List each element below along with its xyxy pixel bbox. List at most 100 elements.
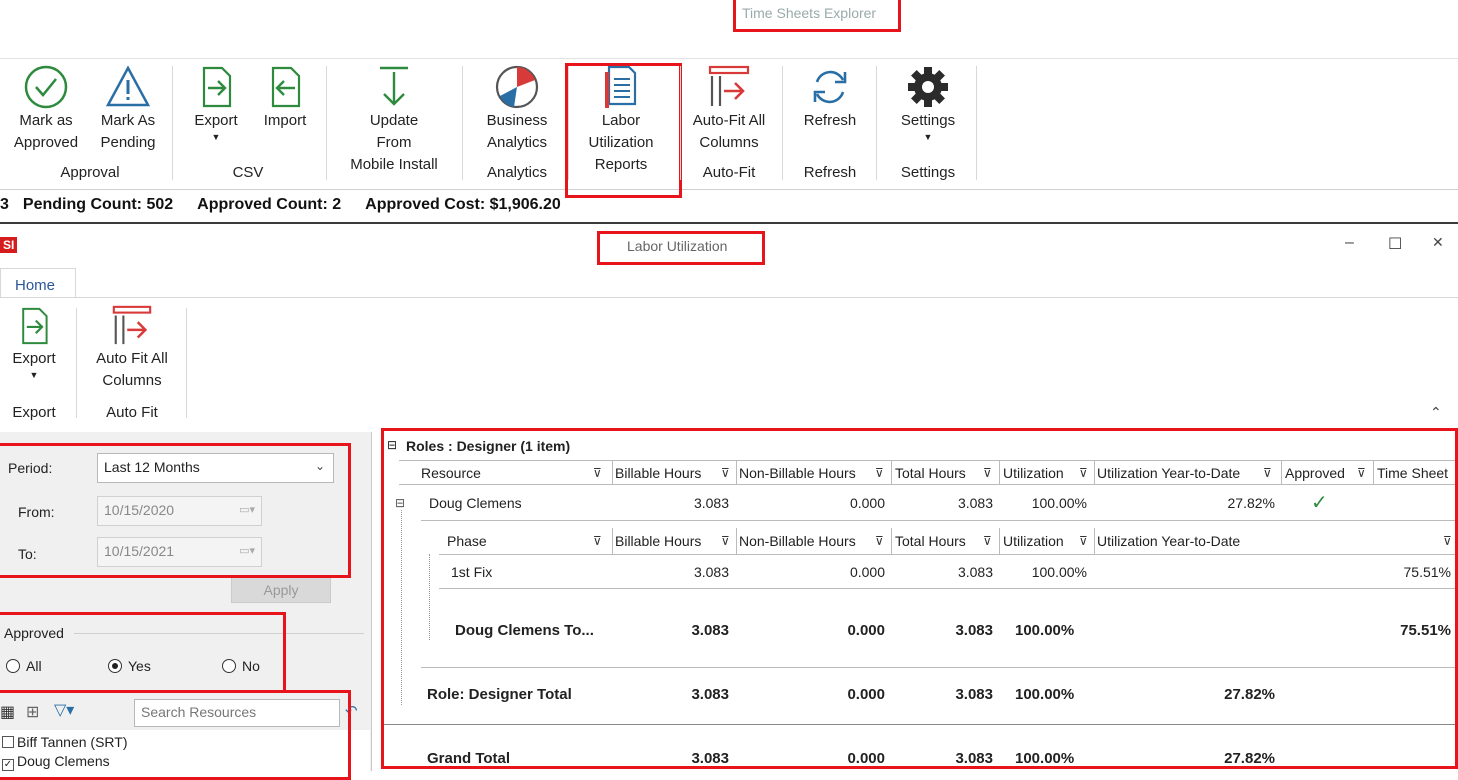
apply-button[interactable]: Apply [231,577,331,603]
group-analytics: Analytics [486,164,548,181]
autofit-columns-button[interactable]: Auto-Fit All Columns [684,64,774,154]
total-hours: 3.083 [957,495,993,511]
filter-icon[interactable]: ⊽ [721,534,730,548]
filter-icon[interactable]: ⊽ [1443,534,1452,548]
separator [568,66,569,180]
separator [172,66,173,180]
radio-dot [108,659,122,673]
mark-pending-button[interactable]: Mark As Pending [90,64,166,154]
label-line1: Business [486,112,548,129]
checkbox[interactable] [2,736,14,748]
settings-button[interactable]: Settings ▼ [892,64,964,142]
filter-icon[interactable]: ⊽ [721,466,730,480]
checkbox-checked[interactable]: ✓ [2,759,14,771]
approved-cost: Approved Cost: $1,906.20 [365,196,561,213]
export-button[interactable]: Export ▼ [4,304,64,380]
collapse-group-icon[interactable]: ⊟ [387,438,397,452]
period-select[interactable]: Last 12 Months ⌄ [97,453,334,483]
col-timesheet[interactable]: Time Sheet [1377,465,1448,481]
col-phase[interactable]: Phase [447,533,487,549]
phase-name[interactable]: 1st Fix [451,564,492,580]
approved-radio-yes[interactable]: Yes [108,658,151,674]
col-billable[interactable]: Billable Hours [615,533,701,549]
utilization-ytd: 27.82% [1227,495,1275,511]
calendar-icon: ▭▾ [239,504,255,516]
to-date-input[interactable]: 10/15/2021 ▭▾ [97,537,262,567]
from-date-input[interactable]: 10/15/2020 ▭▾ [97,496,262,526]
col-utilization[interactable]: Utilization [1003,533,1064,549]
filter-icon[interactable]: ▽▾ [54,700,74,720]
filter-icon[interactable]: ⊽ [875,466,884,480]
tile-view-icon[interactable]: ⊞ [26,702,39,722]
col-total[interactable]: Total Hours [895,465,966,481]
label-line3: Mobile Install [350,156,438,173]
col-approved[interactable]: Approved [1285,465,1345,481]
col-resource[interactable]: Resource [421,465,481,481]
divider [612,460,613,484]
warning-icon [105,65,151,107]
collapse-row-icon[interactable]: ⊟ [395,496,405,510]
minimize-button[interactable]: – [1345,234,1354,252]
nonbillable-hours: 0.000 [847,622,885,639]
auto-fit-all-columns-button[interactable]: Auto Fit All Columns [84,304,180,392]
approved-radio-all[interactable]: All [6,658,42,674]
col-nonbillable[interactable]: Non-Billable Hours [739,533,856,549]
labor-utilization-reports-button[interactable]: Labor Utilization Reports [578,64,664,176]
divider [383,724,1458,725]
calendar-icon: ▭▾ [239,545,255,557]
search-resources-input[interactable]: Search Resources [134,699,340,727]
col-nonbillable[interactable]: Non-Billable Hours [739,465,856,481]
filter-icon[interactable]: ⊽ [1263,466,1272,480]
divider [1281,460,1282,484]
import-csv-button[interactable]: Import [254,64,316,132]
filter-icon[interactable]: ⊽ [875,534,884,548]
export-csv-button[interactable]: Export ▼ [186,64,246,142]
utilization-ytd: 27.82% [1224,750,1275,767]
label-line2: Analytics [486,134,548,151]
col-utilization[interactable]: Utilization [1003,465,1064,481]
update-mobile-install-button[interactable]: Update From Mobile Install [338,64,450,176]
separator [326,66,327,180]
separator [976,66,977,180]
phase-last-value: 75.51% [1403,564,1451,580]
billable-hours: 3.083 [693,564,729,580]
close-button[interactable]: ✕ [1432,234,1444,251]
filter-icon[interactable]: ⊽ [593,466,602,480]
collapse-ribbon-icon[interactable]: ⌃ [1430,404,1442,421]
label: Refresh [803,112,857,129]
download-arrow-icon [380,66,408,106]
dropdown-caret-icon: ▼ [29,370,39,380]
search-placeholder: Search Resources [141,704,257,720]
maximize-button[interactable]: ☐ [1388,234,1402,254]
filter-icon[interactable]: ⊽ [1079,534,1088,548]
resource-name[interactable]: Doug Clemens [429,495,522,511]
business-analytics-button[interactable]: Business Analytics [476,64,558,154]
tab-home[interactable]: Home [0,268,76,298]
filter-icon[interactable]: ⊽ [983,534,992,548]
filter-icon[interactable]: ⊽ [1079,466,1088,480]
pending-count: Pending Count: 502 [22,196,174,213]
separator [462,66,463,180]
grid-view-icon[interactable]: ▦ [0,702,15,722]
refresh-button[interactable]: Refresh [794,64,866,132]
label: Export [12,350,56,367]
col-billable[interactable]: Billable Hours [615,465,701,481]
col-ytd[interactable]: Utilization Year-to-Date [1097,533,1240,549]
list-item[interactable]: Biff Tannen (SRT) [2,734,128,750]
utilization: 100.00% [1015,622,1075,639]
tree-line [429,554,430,640]
col-total[interactable]: Total Hours [895,533,966,549]
chevron-down-icon: ⌄ [314,459,325,473]
approved-radio-no[interactable]: No [222,658,260,674]
filter-icon[interactable]: ⊽ [1357,466,1366,480]
filter-icon[interactable]: ⊽ [593,534,602,548]
undo-icon[interactable]: ↶ [345,702,358,720]
period-value: Last 12 Months [104,459,200,475]
col-ytd[interactable]: Utilization Year-to-Date [1097,465,1240,481]
filter-icon[interactable]: ⊽ [983,466,992,480]
divider [421,667,1458,668]
radio-label: Yes [128,658,151,674]
list-item[interactable]: ✓ Doug Clemens [2,753,110,771]
mark-approved-button[interactable]: Mark as Approved [6,64,86,154]
separator [782,66,783,180]
